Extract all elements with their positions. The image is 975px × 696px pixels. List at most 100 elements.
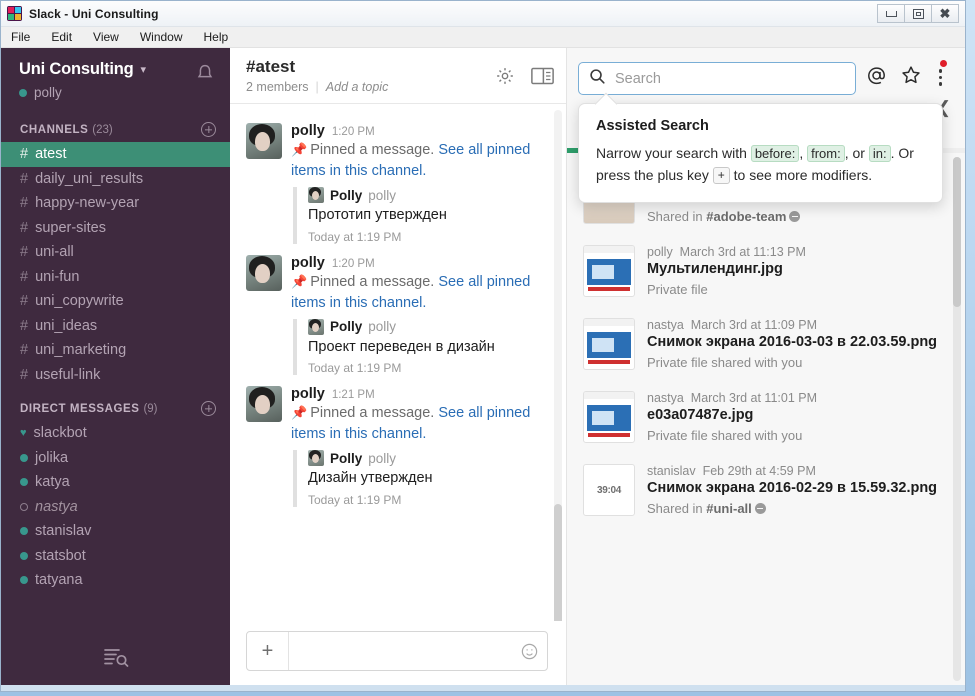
dms-count: (9) (143, 402, 158, 415)
sidebar-item-katya[interactable]: katya (1, 470, 230, 495)
team-name[interactable]: Uni Consulting (19, 60, 134, 79)
message-author[interactable]: polly (291, 255, 325, 271)
file-result-row[interactable]: nastya March 3rd at 11:01 PM e03a07487e.j… (583, 382, 951, 455)
file-result-row[interactable]: 39:04 stanislav Feb 29th at 4:59 PM Снимок… (583, 455, 951, 528)
document-thumbnail[interactable]: 39:04 (583, 464, 635, 516)
file-result-row[interactable]: polly March 3rd at 11:13 PM Мультилендинг… (583, 236, 951, 309)
avatar[interactable] (246, 123, 282, 159)
attachment-timestamp: Today at 1:19 PM (308, 361, 402, 376)
file-author[interactable]: polly (647, 245, 673, 259)
sidebar-item-uni-all[interactable]: # uni-all (1, 240, 230, 265)
file-author[interactable]: nastya (647, 318, 684, 332)
channel-label: uni_copywrite (35, 293, 124, 310)
message-action-text: Pinned a message. (310, 273, 439, 290)
message-attachment: Polly polly Прототип утвержден Today at 1:1… (293, 187, 548, 244)
sidebar-item-uni_marketing[interactable]: # uni_marketing (1, 338, 230, 363)
message-timestamp: 1:20 PM (331, 257, 375, 270)
message-timestamp: 1:20 PM (331, 126, 375, 138)
file-name[interactable]: Снимок экрана 2016-02-29 в 15.59.32.png (647, 479, 951, 498)
page-title: #atest (246, 57, 296, 77)
gear-icon[interactable] (495, 66, 515, 86)
composer-area: + (230, 621, 566, 685)
minimize-button[interactable] (877, 4, 905, 23)
file-date: March 3rd at 11:09 PM (690, 318, 818, 332)
sidebar-item-uni_ideas[interactable]: # uni_ideas (1, 314, 230, 339)
message-input[interactable] (289, 632, 511, 670)
panel-scrollbar-thumb[interactable] (953, 157, 961, 307)
current-user[interactable]: polly (19, 85, 194, 100)
sidebar-item-useful-link[interactable]: # useful-link (1, 363, 230, 388)
menu-item-file[interactable]: File (11, 30, 30, 44)
sidebar-item-jolika[interactable]: jolika (1, 446, 230, 471)
toggle-sidebar-icon[interactable] (531, 67, 554, 85)
attachment-timestamp: Today at 1:19 PM (308, 492, 402, 507)
file-shared-channel[interactable]: #uni-all (706, 501, 752, 516)
tooltip-sep-1: , (799, 145, 808, 161)
landing-page-thumbnail[interactable] (583, 391, 635, 443)
channel-label: happy-new-year (35, 195, 140, 212)
landing-page-thumbnail[interactable] (583, 245, 635, 297)
presence-dot (20, 478, 28, 487)
sidebar-item-happy-new-year[interactable]: # happy-new-year (1, 191, 230, 216)
close-button[interactable]: ✖ (931, 4, 959, 23)
menu-item-help[interactable]: Help (204, 30, 229, 44)
avatar[interactable] (246, 386, 282, 423)
sidebar-item-stanislav[interactable]: stanislav (1, 519, 230, 544)
message-scrollbar-thumb[interactable] (554, 504, 562, 621)
channel-label: super-sites (35, 219, 106, 236)
sidebar-item-statsbot[interactable]: statsbot (1, 544, 230, 569)
at-mention-icon[interactable] (866, 65, 887, 91)
message-list[interactable]: polly 1:20 PM 📌 Pinned a message. See all p… (230, 104, 566, 621)
channel-topic[interactable]: Add a topic (326, 80, 389, 94)
member-count[interactable]: 2 members (246, 80, 309, 94)
sidebar-item-nastya[interactable]: nastya (1, 495, 230, 520)
message-author[interactable]: polly (291, 386, 325, 402)
search-input[interactable]: Search (578, 62, 856, 95)
file-date: Feb 29th at 4:59 PM (702, 464, 816, 478)
jump-to-search-icon[interactable] (103, 646, 129, 673)
menu-item-window[interactable]: Window (140, 30, 183, 44)
sidebar-item-slackbot[interactable]: ♥ slackbot (1, 421, 230, 446)
dms-section-header: DIRECT MESSAGES (9) (1, 387, 230, 421)
title-bar: Slack - Uni Consulting ✖ (1, 1, 965, 27)
file-results-list[interactable]: stanislav Yesterday at 4:22 PMСкрин ikea… (567, 153, 965, 685)
file-shared-channel[interactable]: #adobe-team (706, 209, 786, 224)
menu-item-view[interactable]: View (93, 30, 119, 44)
file-name[interactable]: e03a07487e.jpg (647, 406, 951, 425)
tooltip-title: Assisted Search (596, 118, 709, 134)
modifier-from[interactable]: from: (807, 145, 845, 162)
file-sub-prefix: Shared in (647, 208, 707, 224)
file-result-row[interactable]: nastya March 3rd at 11:09 PM Снимок экран… (583, 309, 951, 382)
channel-header: #atest 2 members | Add a topic (230, 48, 566, 104)
file-name[interactable]: Снимок экрана 2016-03-03 в 22.03.59.png (647, 333, 951, 352)
notifications-bell-icon[interactable] (194, 62, 216, 84)
channel-label: uni-fun (35, 268, 80, 285)
landing-page-thumbnail[interactable] (583, 318, 635, 370)
sidebar-item-daily_uni_results[interactable]: # daily_uni_results (1, 167, 230, 192)
kebab-menu-icon[interactable] (935, 60, 948, 87)
message-composer[interactable]: + (246, 631, 548, 671)
sidebar-item-super-sites[interactable]: # super-sites (1, 216, 230, 241)
file-author[interactable]: stanislav (647, 464, 696, 478)
sidebar-item-uni-fun[interactable]: # uni-fun (1, 265, 230, 290)
add-channel-icon[interactable] (201, 122, 216, 137)
star-icon[interactable] (900, 64, 922, 91)
team-header[interactable]: Uni Consulting ▾ polly (1, 48, 230, 108)
sidebar-item-uni_copywrite[interactable]: # uni_copywrite (1, 289, 230, 314)
avatar[interactable] (246, 254, 282, 291)
modifier-in[interactable]: in: (868, 145, 891, 162)
file-author[interactable]: nastya (647, 391, 684, 405)
add-dm-icon[interactable] (201, 401, 216, 416)
menu-item-edit[interactable]: Edit (51, 30, 72, 44)
sidebar-item-atest[interactable]: # atest (1, 142, 230, 167)
modifier-before[interactable]: before: (750, 145, 800, 162)
file-name[interactable]: Мультилендинг.jpg (647, 260, 951, 279)
chevron-down-icon[interactable]: ▾ (141, 63, 147, 76)
emoji-icon[interactable] (511, 632, 547, 670)
restore-button[interactable] (904, 4, 932, 23)
sidebar-item-tatyana[interactable]: tatyana (1, 568, 230, 593)
add-attachment-icon[interactable]: + (247, 632, 289, 670)
file-sub-prefix: Private file (647, 281, 708, 297)
message-author[interactable]: polly (291, 123, 325, 139)
channel-label: daily_uni_results (35, 170, 144, 187)
